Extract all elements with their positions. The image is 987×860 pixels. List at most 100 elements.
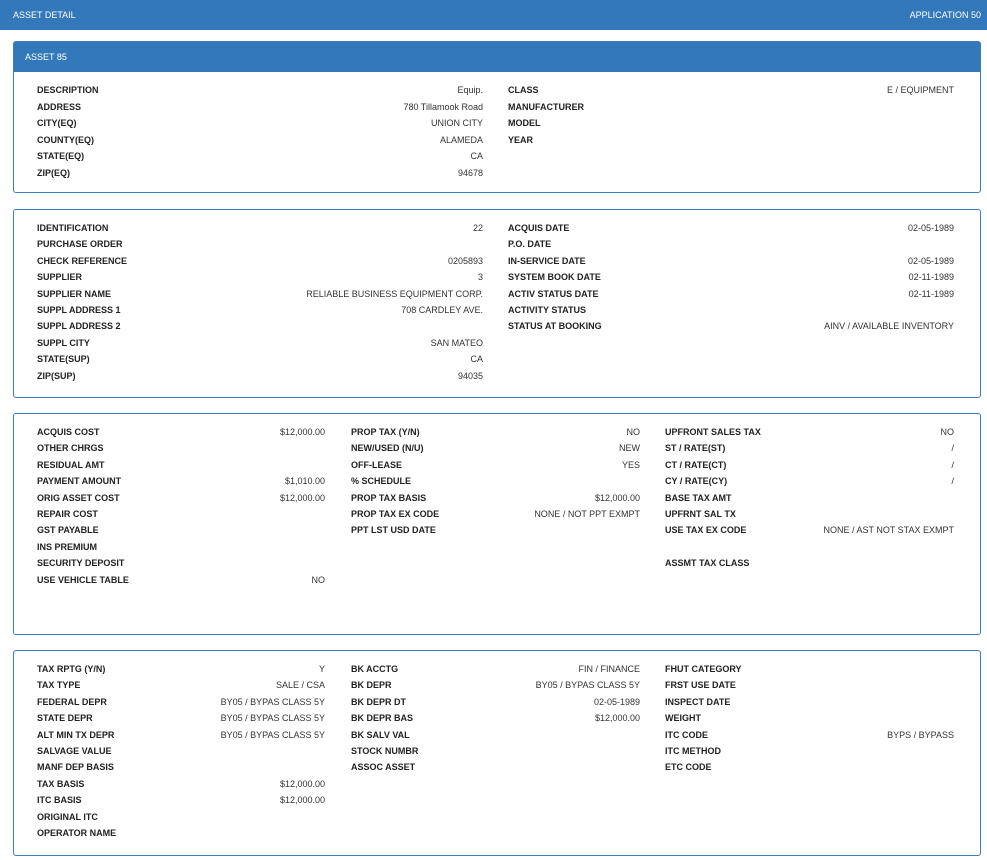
field-label-manf-dep-basis: MANF DEP BASIS [37,762,114,773]
field-label-schedule: % SCHEDULE [351,476,412,487]
field-value-supplier: 3 [477,272,483,283]
field-label-bk-depr-dt: BK DEPR DT [351,696,407,707]
field-label-assmt-tax-class: ASSMT TAX CLASS [665,558,750,569]
field-value-bk-depr: BY05 / BYPAS CLASS 5Y [535,680,640,691]
field-label-use-tax-ex-code: USE TAX EX CODE [665,525,747,536]
field-value-prop-tax-ex-code: NONE / NOT PPT EXMPT [534,509,640,519]
field-value-acquis-cost: $12,000.00 [279,427,325,437]
field-label-tax-basis: TAX BASIS [37,778,85,789]
field-value-zip-sup: 94035 [457,370,483,381]
field-label-p-o-date: P.O. DATE [508,239,552,250]
field-label-supplier: SUPPLIER [37,272,83,283]
asset-title: ASSET 85 [25,52,67,62]
field-value-suppl-city: SAN MATEO [430,337,483,348]
field-label-system-book-date: SYSTEM BOOK DATE [508,272,601,283]
field-value-st-rate-st: / [951,443,954,454]
field-label-federal-depr: FEDERAL DEPR [37,696,107,707]
field-value-in-service-date: 02-05-1989 [907,255,954,266]
page-title: ASSET DETAIL [13,10,76,20]
field-label-activity-status: ACTIVITY STATUS [508,305,587,315]
field-value-tax-basis: $12,000.00 [279,778,325,789]
field-value-alt-min-tx-depr: BY05 / BYPAS CLASS 5Y [220,729,325,740]
field-value-acquis-date: 02-05-1989 [907,223,954,233]
field-label-off-lease: OFF-LEASE [351,459,402,470]
field-label-class: CLASS [508,85,539,95]
field-label-zip-eq: ZIP(EQ) [37,167,70,178]
field-label-ins-premium: INS PREMIUM [37,541,98,552]
field-label-model: MODEL [508,118,541,128]
field-label-acquis-cost: ACQUIS COST [37,427,100,437]
field-label-use-vehicle-table: USE VEHICLE TABLE [37,574,129,585]
field-value-prop-tax-y-n: NO [626,427,641,437]
field-value-ct-rate-ct: / [951,459,954,470]
field-value-prop-tax-basis: $12,000.00 [594,492,640,503]
field-value-orig-asset-cost: $12,000.00 [279,492,325,503]
field-label-in-service-date: IN-SERVICE DATE [508,255,586,266]
field-value-identification: 22 [472,223,483,233]
field-label-residual-amt: RESIDUAL AMT [37,459,105,470]
field-value-zip-eq: 94678 [457,167,483,178]
field-label-suppl-address-1: SUPPL ADDRESS 1 [37,305,121,315]
field-label-upfront-sales-tax: UPFRONT SALES TAX [665,427,761,437]
field-label-repair-cost: REPAIR COST [37,509,98,519]
panel-header: ASSET 85 [14,42,980,72]
field-label-purchase-order: PURCHASE ORDER [37,239,123,250]
field-label-inspect-date: INSPECT DATE [665,696,731,707]
top-bar: ASSET DETAIL APPLICATION 50 [0,0,987,30]
field-value-address: 780 Tillamook Road [403,101,483,112]
field-label-supplier-name: SUPPLIER NAME [37,288,112,299]
field-label-prop-tax-y-n: PROP TAX (Y/N) [351,427,420,437]
field-label-alt-min-tx-depr: ALT MIN TX DEPR [37,729,115,740]
field-label-other-chrgs: OTHER CHRGS [37,443,104,454]
field-label-security-deposit: SECURITY DEPOSIT [37,558,125,569]
field-value-check-reference: 0205893 [447,255,483,266]
field-label-manufacturer: MANUFACTURER [508,101,584,112]
field-value-bk-depr-bas: $12,000.00 [594,713,640,724]
field-value-county-eq: ALAMEDA [439,134,483,145]
field-label-state-eq: STATE(EQ) [37,151,85,161]
field-label-fhut-category: FHUT CATEGORY [665,664,742,674]
field-label-suppl-address-2: SUPPL ADDRESS 2 [37,321,121,332]
field-value-cy-rate-cy: / [951,476,954,487]
field-label-activ-status-date: ACTIV STATUS DATE [508,288,599,299]
field-label-status-at-booking: STATUS AT BOOKING [508,321,602,332]
field-label-operator-name: OPERATOR NAME [37,828,117,838]
field-label-tax-rptg-y-n: TAX RPTG (Y/N) [37,664,106,674]
field-value-new-used-n-u: NEW [619,443,640,454]
field-label-address: ADDRESS [37,101,82,112]
field-label-assoc-asset: ASSOC ASSET [351,762,416,773]
field-label-payment-amount: PAYMENT AMOUNT [37,476,122,487]
field-label-zip-sup: ZIP(SUP) [37,370,76,381]
field-label-new-used-n-u: NEW/USED (N/U) [351,443,424,454]
field-label-upfrnt-sal-tx: UPFRNT SAL TX [665,509,736,519]
field-label-tax-type: TAX TYPE [37,680,81,691]
field-value-use-vehicle-table: NO [311,574,326,585]
field-label-suppl-city: SUPPL CITY [37,337,90,348]
field-label-gst-payable: GST PAYABLE [37,525,99,536]
field-label-stock-numbr: STOCK NUMBR [351,746,419,756]
field-label-salvage-value: SALVAGE VALUE [37,746,112,756]
field-label-prop-tax-ex-code: PROP TAX EX CODE [351,509,440,519]
field-value-itc-code: BYPS / BYPASS [887,729,954,740]
field-value-tax-rptg-y-n: Y [318,664,325,674]
cost-tax-panel: ACQUIS COST $12,000.00 OTHER CHRGS RESIDUAL… [13,413,981,635]
field-value-status-at-booking: AINV / AVAILABLE INVENTORY [824,321,954,332]
field-value-upfront-sales-tax: NO [940,427,955,437]
field-label-state-sup: STATE(SUP) [37,354,90,365]
field-label-check-reference: CHECK REFERENCE [37,255,128,266]
field-value-supplier-name: RELIABLE BUSINESS EQUIPMENT CORP. [306,288,483,299]
field-label-st-rate-st: ST / RATE(ST) [665,443,726,454]
field-value-state-sup: CA [470,354,483,365]
field-value-state-depr: BY05 / BYPAS CLASS 5Y [220,713,325,724]
field-value-city-eq: UNION CITY [430,118,483,128]
field-label-bk-depr-bas: BK DEPR BAS [351,713,414,724]
field-label-ppt-lst-usd-date: PPT LST USD DATE [351,525,436,536]
field-value-tax-type: SALE / CSA [275,680,325,691]
field-label-orig-asset-cost: ORIG ASSET COST [37,492,120,503]
field-label-county-eq: COUNTY(EQ) [37,134,94,145]
field-label-base-tax-amt: BASE TAX AMT [665,492,732,503]
field-label-identification: IDENTIFICATION [37,223,109,233]
field-value-bk-acctg: FIN / FINANCE [578,664,640,674]
field-value-use-tax-ex-code: NONE / AST NOT STAX EXMPT [823,525,954,536]
field-label-itc-method: ITC METHOD [665,746,721,756]
